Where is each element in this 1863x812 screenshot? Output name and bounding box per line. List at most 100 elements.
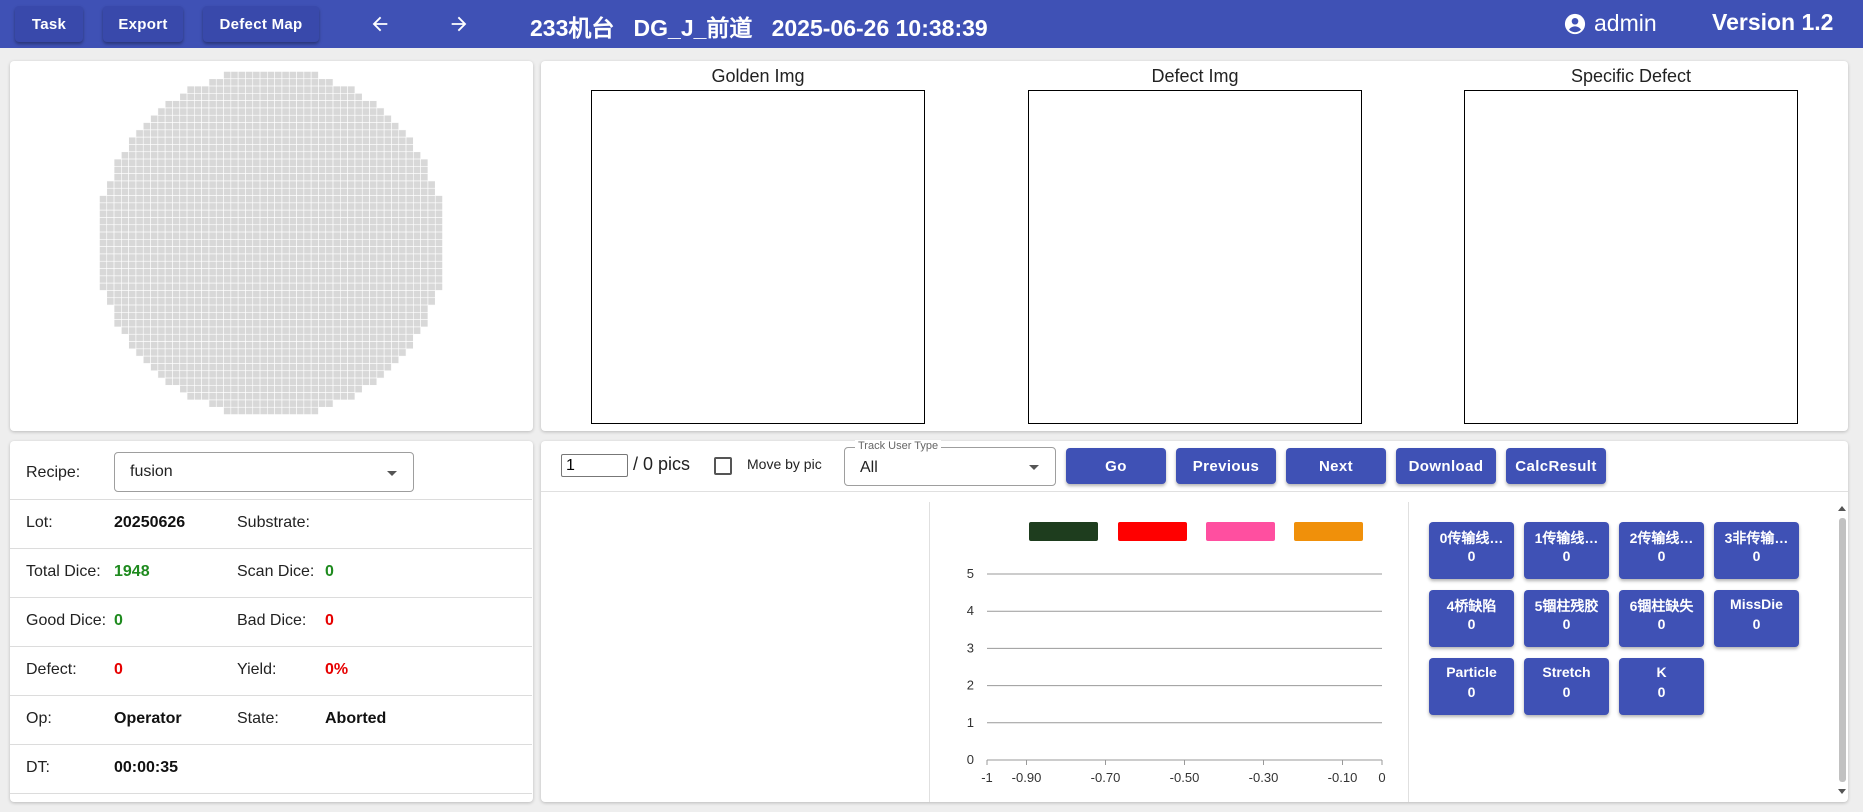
wafer-die[interactable]	[223, 173, 232, 182]
wafer-die[interactable]	[340, 304, 348, 313]
wafer-die[interactable]	[201, 85, 210, 94]
wafer-die[interactable]	[179, 107, 188, 116]
wafer-die[interactable]	[252, 406, 261, 415]
wafer-die[interactable]	[223, 392, 232, 401]
wafer-die[interactable]	[157, 166, 166, 174]
wafer-die[interactable]	[325, 144, 334, 153]
wafer-die[interactable]	[230, 122, 239, 131]
wafer-die[interactable]	[281, 202, 290, 211]
wafer-die[interactable]	[303, 173, 312, 182]
wafer-die[interactable]	[281, 406, 290, 415]
wafer-die[interactable]	[99, 209, 108, 218]
wafer-die[interactable]	[223, 304, 232, 313]
wafer-die[interactable]	[135, 158, 144, 167]
wafer-die[interactable]	[340, 239, 348, 247]
wafer-die[interactable]	[128, 297, 137, 306]
wafer-die[interactable]	[230, 355, 239, 364]
wafer-die[interactable]	[296, 136, 305, 145]
wafer-die[interactable]	[354, 333, 363, 342]
wafer-die[interactable]	[413, 209, 421, 218]
wafer-die[interactable]	[340, 326, 348, 335]
wafer-die[interactable]	[281, 260, 290, 269]
wafer-die[interactable]	[288, 282, 297, 291]
wafer-die[interactable]	[128, 151, 137, 160]
wafer-die[interactable]	[150, 312, 159, 320]
wafer-die[interactable]	[398, 195, 407, 204]
wafer-die[interactable]	[274, 275, 283, 284]
wafer-die[interactable]	[245, 195, 254, 204]
wafer-die[interactable]	[230, 85, 239, 94]
wafer-die[interactable]	[420, 260, 429, 269]
wafer-die[interactable]	[142, 312, 151, 320]
wafer-die[interactable]	[413, 275, 421, 284]
wafer-die[interactable]	[121, 319, 129, 328]
wafer-die[interactable]	[325, 377, 334, 386]
wafer-die[interactable]	[310, 304, 319, 313]
wafer-die[interactable]	[245, 253, 254, 262]
wafer-die[interactable]	[340, 312, 348, 320]
wafer-die[interactable]	[369, 377, 378, 386]
wafer-die[interactable]	[310, 370, 319, 379]
wafer-die[interactable]	[237, 275, 246, 284]
wafer-die[interactable]	[245, 180, 254, 189]
wafer-die[interactable]	[128, 195, 137, 204]
wafer-die[interactable]	[354, 253, 363, 262]
wafer-die[interactable]	[340, 173, 348, 182]
wafer-die[interactable]	[208, 268, 217, 277]
wafer-die[interactable]	[405, 312, 414, 320]
wafer-die[interactable]	[142, 231, 151, 240]
wafer-die[interactable]	[252, 297, 261, 306]
wafer-die[interactable]	[237, 304, 246, 313]
wafer-die[interactable]	[318, 217, 327, 226]
defect-category-button[interactable]: 0传输线… 0	[1429, 522, 1514, 579]
wafer-die[interactable]	[237, 93, 246, 101]
wafer-die[interactable]	[296, 180, 305, 189]
wafer-die[interactable]	[376, 239, 385, 247]
wafer-die[interactable]	[172, 158, 181, 167]
wafer-die[interactable]	[274, 370, 283, 379]
wafer-die[interactable]	[296, 231, 305, 240]
wafer-die[interactable]	[223, 114, 232, 123]
wafer-die[interactable]	[172, 282, 181, 291]
wafer-die[interactable]	[215, 144, 224, 153]
wafer-die[interactable]	[172, 355, 181, 364]
wafer-die[interactable]	[361, 370, 370, 379]
wafer-die[interactable]	[186, 341, 195, 350]
wafer-die[interactable]	[413, 224, 421, 233]
wafer-die[interactable]	[172, 231, 181, 240]
wafer-die[interactable]	[142, 180, 151, 189]
wafer-die[interactable]	[113, 166, 122, 174]
wafer-die[interactable]	[223, 348, 232, 357]
wafer-die[interactable]	[194, 166, 202, 174]
wafer-die[interactable]	[281, 348, 290, 357]
wafer-die[interactable]	[354, 151, 363, 160]
wafer-die[interactable]	[179, 180, 188, 189]
wafer-die[interactable]	[354, 377, 363, 386]
wafer-die[interactable]	[237, 136, 246, 145]
wafer-die[interactable]	[303, 290, 312, 299]
wafer-die[interactable]	[106, 275, 115, 284]
wafer-die[interactable]	[413, 319, 421, 328]
wafer-die[interactable]	[230, 202, 239, 211]
wafer-die[interactable]	[296, 93, 305, 101]
wafer-die[interactable]	[208, 260, 217, 269]
wafer-die[interactable]	[361, 377, 370, 386]
wafer-die[interactable]	[405, 224, 414, 233]
defect-category-button[interactable]: MissDie 0	[1714, 590, 1799, 647]
wafer-die[interactable]	[288, 158, 297, 167]
wafer-die[interactable]	[194, 93, 202, 101]
wafer-die[interactable]	[237, 158, 246, 167]
wafer-die[interactable]	[267, 122, 275, 131]
wafer-die[interactable]	[172, 312, 181, 320]
wafer-die[interactable]	[194, 246, 202, 255]
wafer-die[interactable]	[281, 217, 290, 226]
wafer-die[interactable]	[179, 122, 188, 131]
wafer-die[interactable]	[267, 333, 275, 342]
wafer-die[interactable]	[288, 290, 297, 299]
wafer-die[interactable]	[434, 239, 443, 247]
wafer-die[interactable]	[288, 180, 297, 189]
wafer-die[interactable]	[347, 144, 356, 153]
scroll-down-icon[interactable]	[1837, 788, 1847, 796]
wafer-die[interactable]	[99, 239, 108, 247]
wafer-die[interactable]	[310, 122, 319, 131]
